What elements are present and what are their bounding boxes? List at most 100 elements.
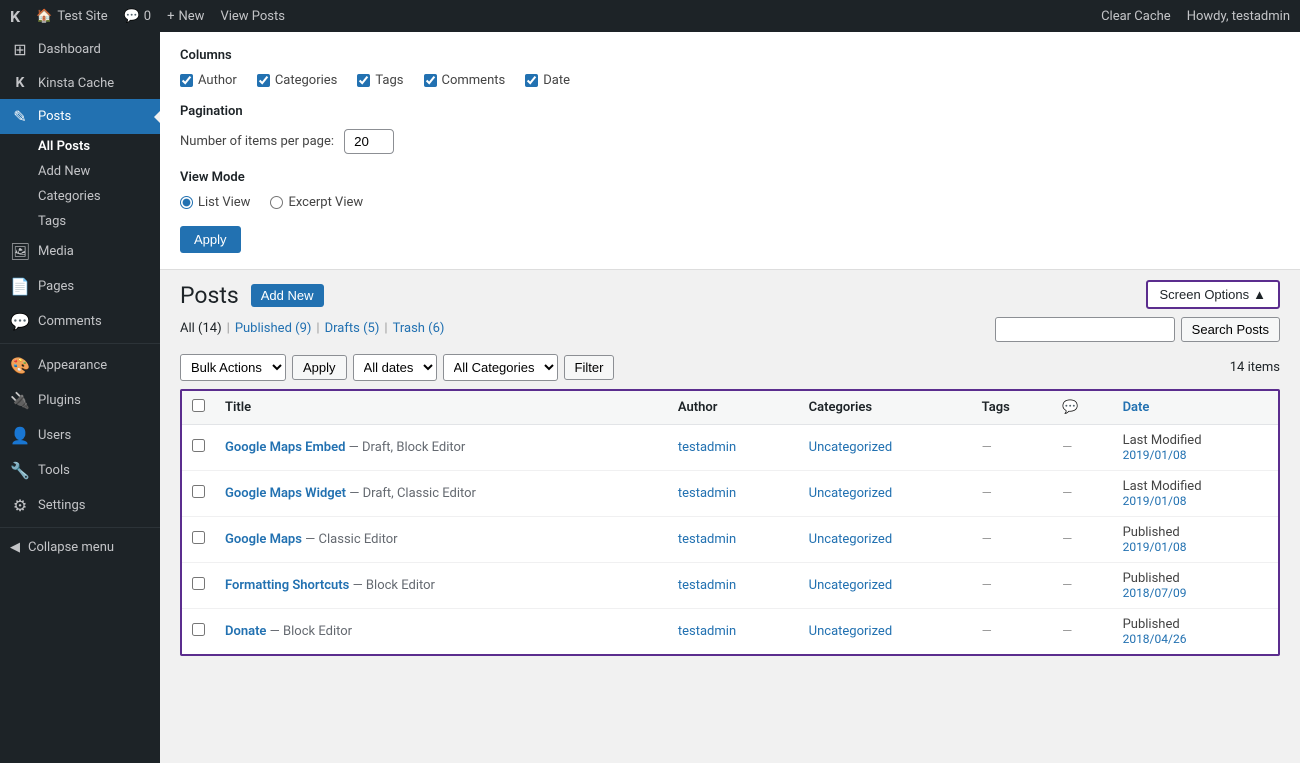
screen-options-button[interactable]: Screen Options ▲: [1146, 280, 1280, 309]
sidebar-item-dashboard[interactable]: ⊞ Dashboard: [0, 32, 160, 67]
post-title-link[interactable]: Formatting Shortcuts: [225, 578, 349, 593]
author-link[interactable]: testadmin: [678, 440, 736, 455]
dates-filter-select[interactable]: All dates: [353, 354, 437, 381]
author-link[interactable]: testadmin: [678, 624, 736, 639]
bulk-actions-select[interactable]: Bulk Actions: [180, 354, 286, 381]
sidebar-submenu-tags[interactable]: Tags: [0, 209, 160, 234]
tags-checkbox-input[interactable]: [357, 74, 370, 87]
sidebar-item-posts[interactable]: ✎ Posts: [0, 99, 160, 134]
excerpt-view-input[interactable]: [270, 196, 283, 209]
sidebar-item-media[interactable]: 🖼 Media: [0, 234, 160, 269]
posts-table: Title Author Categories Tags 💬 Date Goog…: [182, 391, 1278, 654]
sidebar-item-plugins[interactable]: 🔌 Plugins: [0, 383, 160, 418]
date-value[interactable]: 2019/01/08: [1123, 448, 1268, 462]
sidebar-item-label: Comments: [38, 314, 102, 329]
date-value[interactable]: 2018/07/09: [1123, 586, 1268, 600]
col-categories-checkbox[interactable]: Categories: [257, 73, 338, 88]
category-link[interactable]: Uncategorized: [809, 624, 892, 639]
collapse-label: Collapse menu: [28, 540, 114, 555]
post-title-link[interactable]: Google Maps Embed: [225, 440, 345, 455]
sidebar-item-tools[interactable]: 🔧 Tools: [0, 453, 160, 488]
plugins-icon: 🔌: [10, 391, 30, 410]
post-title-link[interactable]: Google Maps: [225, 532, 302, 547]
row-checkbox[interactable]: [192, 485, 205, 498]
items-count: 14 items: [1230, 360, 1280, 375]
th-checkbox: [182, 391, 215, 425]
sidebar-submenu-categories[interactable]: Categories: [0, 184, 160, 209]
pages-icon: 📄: [10, 277, 30, 296]
row-tags-cell: —: [972, 517, 1052, 563]
sidebar-item-kinsta-cache[interactable]: K Kinsta Cache: [0, 67, 160, 99]
sidebar-item-appearance[interactable]: 🎨 Appearance: [0, 348, 160, 383]
screen-options-apply-button[interactable]: Apply: [180, 226, 241, 253]
date-checkbox-input[interactable]: [525, 74, 538, 87]
site-name[interactable]: 🏠 Test Site: [36, 9, 107, 24]
row-category-cell: Uncategorized: [799, 471, 972, 517]
comments-link[interactable]: 💬 0: [124, 9, 152, 24]
col-tags-checkbox[interactable]: Tags: [357, 73, 403, 88]
media-icon: 🖼: [10, 242, 30, 261]
new-menu[interactable]: + New: [167, 9, 204, 24]
select-all-checkbox[interactable]: [192, 399, 205, 412]
category-link[interactable]: Uncategorized: [809, 440, 892, 455]
sidebar-submenu-add-new[interactable]: Add New: [0, 159, 160, 184]
th-tags: Tags: [972, 391, 1052, 425]
author-link[interactable]: testadmin: [678, 486, 736, 501]
list-view-radio[interactable]: List View: [180, 195, 250, 210]
kinsta-icon: K: [10, 75, 30, 91]
list-view-input[interactable]: [180, 196, 193, 209]
per-page-input[interactable]: [344, 129, 394, 154]
sidebar-item-pages[interactable]: 📄 Pages: [0, 269, 160, 304]
date-value[interactable]: 2019/01/08: [1123, 494, 1268, 508]
date-value[interactable]: 2019/01/08: [1123, 540, 1268, 554]
category-link[interactable]: Uncategorized: [809, 532, 892, 547]
row-title-cell: Formatting Shortcuts — Block Editor: [215, 563, 668, 609]
th-date[interactable]: Date: [1113, 391, 1278, 425]
filter-button[interactable]: Filter: [564, 355, 615, 380]
collapse-menu[interactable]: ◀ Collapse menu: [0, 532, 160, 563]
author-link[interactable]: testadmin: [678, 532, 736, 547]
col-author-checkbox[interactable]: Author: [180, 73, 237, 88]
table-row: Google Maps Widget — Draft, Classic Edit…: [182, 471, 1278, 517]
row-checkbox[interactable]: [192, 623, 205, 636]
sidebar-submenu-all-posts[interactable]: All Posts: [0, 134, 160, 159]
post-title-link[interactable]: Google Maps Widget: [225, 486, 346, 501]
bulk-apply-button[interactable]: Apply: [292, 355, 347, 380]
col-comments-checkbox[interactable]: Comments: [424, 73, 506, 88]
sidebar-item-comments[interactable]: 💬 Comments: [0, 304, 160, 339]
category-link[interactable]: Uncategorized: [809, 486, 892, 501]
clear-cache-link[interactable]: Clear Cache: [1101, 9, 1171, 24]
sidebar-item-label: Kinsta Cache: [38, 76, 114, 91]
filter-published[interactable]: Published (9): [235, 321, 312, 336]
chevron-up-icon: ▲: [1253, 287, 1266, 302]
row-checkbox[interactable]: [192, 439, 205, 452]
col-date-checkbox[interactable]: Date: [525, 73, 570, 88]
row-checkbox[interactable]: [192, 577, 205, 590]
add-new-button[interactable]: Add New: [251, 284, 324, 307]
row-category-cell: Uncategorized: [799, 609, 972, 655]
search-posts-button[interactable]: Search Posts: [1181, 317, 1280, 342]
row-checkbox[interactable]: [192, 531, 205, 544]
date-value[interactable]: 2018/04/26: [1123, 632, 1268, 646]
posts-icon: ✎: [10, 107, 30, 126]
filter-drafts[interactable]: Drafts (5): [325, 321, 380, 336]
screen-options-label: Screen Options: [1160, 287, 1250, 302]
excerpt-view-radio[interactable]: Excerpt View: [270, 195, 363, 210]
th-categories: Categories: [799, 391, 972, 425]
view-posts-link[interactable]: View Posts: [220, 9, 285, 24]
date-label: Published: [1123, 525, 1180, 540]
category-link[interactable]: Uncategorized: [809, 578, 892, 593]
filter-all[interactable]: All (14): [180, 321, 222, 336]
sidebar-item-users[interactable]: 👤 Users: [0, 418, 160, 453]
comments-value: —: [1062, 624, 1072, 639]
post-title-link[interactable]: Donate: [225, 624, 266, 639]
filter-trash[interactable]: Trash (6): [393, 321, 445, 336]
per-page-label: Number of items per page:: [180, 134, 334, 149]
categories-checkbox-input[interactable]: [257, 74, 270, 87]
sidebar-item-settings[interactable]: ⚙ Settings: [0, 488, 160, 523]
search-posts-input[interactable]: [995, 317, 1175, 342]
author-link[interactable]: testadmin: [678, 578, 736, 593]
author-checkbox-input[interactable]: [180, 74, 193, 87]
comments-checkbox-input[interactable]: [424, 74, 437, 87]
categories-filter-select[interactable]: All Categories: [443, 354, 558, 381]
